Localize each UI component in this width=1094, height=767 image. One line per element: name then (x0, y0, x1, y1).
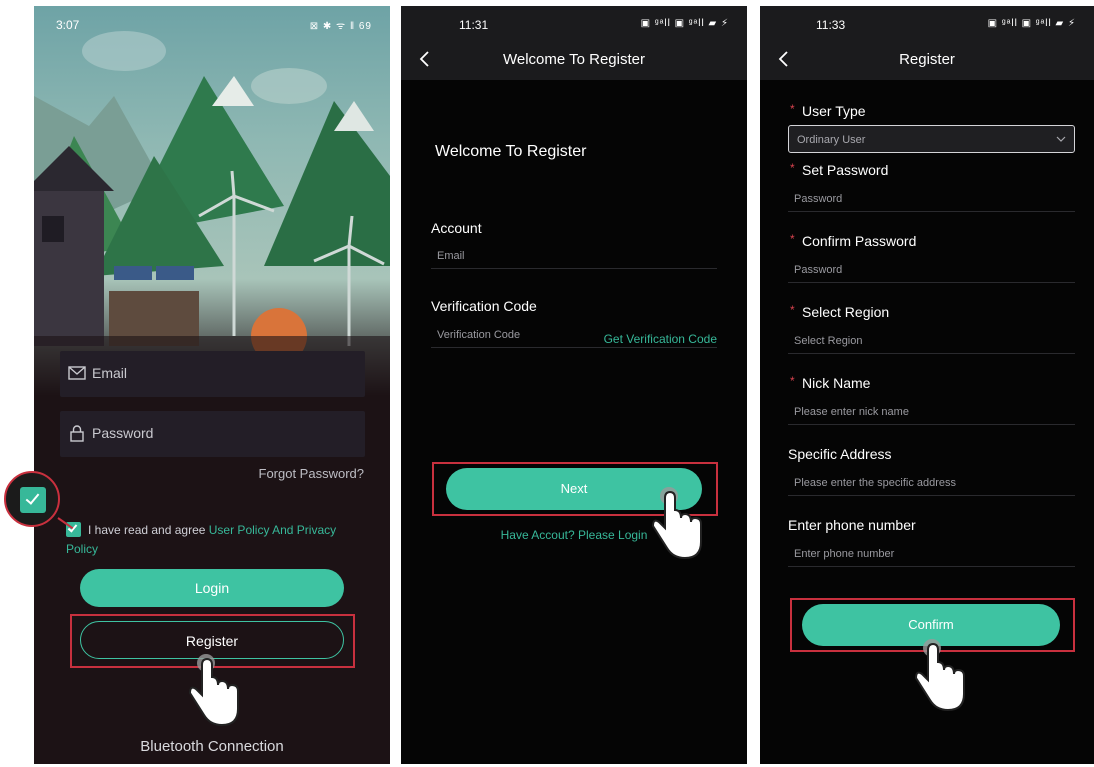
email-placeholder: Email (92, 365, 128, 381)
divider (788, 424, 1075, 425)
status-bar: 3:07 ⊠ ✱ ᯤ ‖ 69 (34, 6, 390, 40)
divider (788, 566, 1075, 567)
status-time: 11:31 (459, 18, 489, 32)
status-bar: 11:33 ▣ ᵍᵃll ▣ ᵍᵃll ▰ ⚡ (760, 6, 1094, 40)
register-screen: 11:33 ▣ ᵍᵃll ▣ ᵍᵃll ▰ ⚡ Register * User … (760, 6, 1094, 764)
status-time: 3:07 (56, 18, 80, 32)
header-bar: Register (760, 40, 1094, 80)
region-label: Select Region (802, 304, 890, 320)
chevron-down-icon (1056, 136, 1066, 142)
checkbox-zoom (20, 487, 46, 513)
confirm-password-label: Confirm Password (802, 233, 917, 249)
divider (788, 282, 1075, 283)
status-bar: 11:31 ▣ ᵍᵃll ▣ ᵍᵃll ▰ ⚡ (401, 6, 747, 40)
tap-hand-icon (188, 654, 239, 727)
divider (788, 353, 1075, 354)
user-type-select[interactable]: Ordinary User (788, 125, 1075, 153)
verification-code-input[interactable]: Verification Code (437, 329, 520, 341)
required-mark: * (790, 303, 795, 317)
checkbox-zoom-callout (4, 471, 74, 530)
agree-text: I have read and agree User Policy And Pr… (66, 521, 366, 559)
password-field[interactable]: Password (60, 411, 365, 457)
phone-label: Enter phone number (788, 517, 916, 533)
address-input[interactable]: Please enter the specific address (794, 477, 956, 489)
region-input[interactable]: Select Region (794, 335, 863, 347)
status-time: 11:33 (816, 18, 846, 32)
user-type-value: Ordinary User (797, 134, 866, 146)
login-screen: 3:07 ⊠ ✱ ᯤ ‖ 69 Email Password Forgot Pa… (34, 6, 390, 764)
password-placeholder: Password (92, 425, 154, 441)
required-mark: * (790, 232, 795, 246)
agree-label: I have read and agree (88, 523, 209, 537)
phone-input[interactable]: Enter phone number (794, 548, 894, 560)
user-type-label: User Type (802, 103, 866, 119)
check-icon-large (25, 490, 40, 505)
header-bar: Welcome To Register (401, 40, 747, 80)
divider (788, 211, 1075, 212)
get-verification-code-button[interactable]: Get Verification Code (604, 332, 717, 346)
set-password-label: Set Password (802, 162, 889, 178)
bluetooth-connection-link[interactable]: Bluetooth Connection (34, 738, 390, 755)
page-title: Welcome To Register (435, 143, 587, 160)
confirm-password-input[interactable]: Password (794, 264, 842, 276)
status-icons: ⊠ ✱ ᯤ ‖ 69 (309, 21, 372, 32)
divider (788, 495, 1075, 496)
envelope-icon (68, 366, 86, 380)
status-icons: ▣ ᵍᵃll ▣ ᵍᵃll ▰ ⚡ (640, 18, 729, 29)
address-label: Specific Address (788, 446, 892, 462)
account-input[interactable]: Email (437, 250, 465, 262)
divider (431, 347, 717, 348)
tap-hand-icon (914, 639, 965, 712)
landscape-illustration (34, 6, 390, 396)
divider (431, 268, 717, 269)
required-mark: * (790, 102, 795, 116)
header-title: Register (899, 51, 955, 68)
nick-name-input[interactable]: Please enter nick name (794, 406, 909, 418)
account-label: Account (431, 220, 482, 236)
tap-hand-icon (651, 487, 702, 560)
required-mark: * (790, 161, 795, 175)
header-title: Welcome To Register (502, 51, 645, 68)
forgot-password-link[interactable]: Forgot Password? (259, 466, 365, 481)
lock-icon (70, 425, 84, 442)
nick-name-label: Nick Name (802, 375, 871, 391)
required-mark: * (790, 374, 795, 388)
verification-code-label: Verification Code (431, 298, 537, 314)
email-field[interactable]: Email (60, 351, 365, 397)
login-button[interactable]: Login (80, 569, 344, 607)
welcome-register-screen: 11:31 ▣ ᵍᵃll ▣ ᵍᵃll ▰ ⚡ Welcome To Regis… (401, 6, 747, 764)
status-icons: ▣ ᵍᵃll ▣ ᵍᵃll ▰ ⚡ (987, 18, 1076, 29)
set-password-input[interactable]: Password (794, 193, 842, 205)
